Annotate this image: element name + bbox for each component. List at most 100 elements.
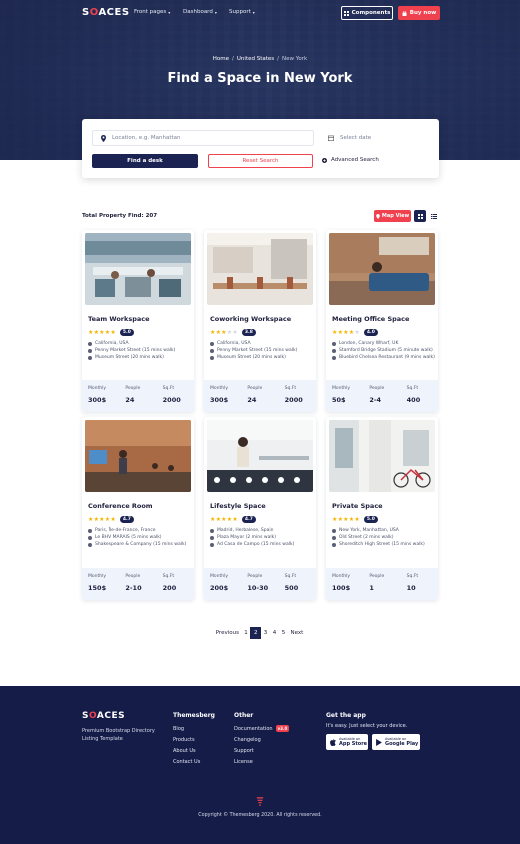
monthly-price: 50$	[332, 396, 346, 404]
map-pin-icon	[210, 341, 214, 346]
address-list: California, USA Penny Market Street (15 …	[88, 340, 194, 361]
rating: ★★★★★ 4.7	[210, 516, 316, 523]
sqft-value: 2000	[284, 396, 303, 404]
listing-photo	[85, 233, 191, 305]
nav-dashboard[interactable]: Dashboard ▾	[183, 9, 217, 15]
card-title[interactable]: Lifestyle Space	[210, 502, 316, 510]
footer-col-title: Themesberg	[173, 712, 215, 719]
copyright: Copyright © Themesberg 2020. All rights …	[198, 813, 322, 818]
date-input[interactable]: Select date	[320, 130, 428, 146]
people-count: 2-4	[369, 396, 382, 404]
rating-badge: 5.0	[119, 329, 134, 336]
pagination-next[interactable]: Next	[287, 627, 306, 639]
card-title[interactable]: Meeting Office Space	[332, 315, 438, 323]
navbar: SOACES Front pages ▾ Dashboard ▾ Support ▾ …	[0, 0, 520, 26]
monthly-price: 200$	[210, 584, 229, 592]
advanced-search-link[interactable]: Advanced Search	[322, 157, 379, 163]
map-view-button[interactable]: Map View	[374, 210, 411, 222]
pagination-previous[interactable]: Previous	[213, 627, 242, 639]
rating-badge: 5.0	[363, 516, 378, 523]
rating-badge: 4.0	[363, 329, 378, 336]
page-title: Find a Space in New York	[167, 71, 353, 86]
listing-photo	[207, 233, 313, 305]
listing-card[interactable]: Team Workspace ★★★★★ 5.0 California, USA…	[82, 230, 194, 412]
nav-support[interactable]: Support ▾	[229, 9, 255, 15]
address-list: Paris, Île-de-France, France Le BHV MARA…	[88, 527, 194, 548]
star-rating-icon: ★★★★★	[332, 516, 360, 523]
shopping-bag-icon	[402, 10, 407, 16]
card-title[interactable]: Team Workspace	[88, 315, 194, 323]
brand-logo[interactable]: SOACES	[82, 7, 130, 18]
nav-front-pages[interactable]: Front pages ▾	[134, 9, 170, 15]
walk-icon	[88, 348, 92, 353]
pagination: Previous 1 2 3 4 5 Next	[0, 627, 520, 639]
chevron-down-icon: ▾	[168, 9, 171, 15]
rating: ★★★★★ 4.7	[88, 516, 194, 523]
footer-logo[interactable]: SOACES	[82, 711, 125, 721]
sqft-value: 10	[406, 584, 416, 592]
find-desk-button[interactable]: Find a desk	[92, 154, 198, 168]
map-pin-icon	[101, 134, 106, 142]
card-title[interactable]: Private Space	[332, 502, 438, 510]
card-stats: Monthly 300$ People 24 Sq.Ft 2000	[82, 380, 194, 412]
footer-link-changelog[interactable]: Changelog	[234, 737, 261, 743]
rating: ★★★★★ 5.0	[332, 516, 438, 523]
map-pin-icon	[210, 528, 214, 533]
map-pin-icon	[88, 528, 92, 533]
monthly-price: 150$	[88, 584, 107, 592]
buy-now-button[interactable]: Buy now	[398, 6, 440, 20]
footer-link-support[interactable]: Support	[234, 748, 254, 754]
walk-icon	[332, 348, 336, 353]
star-rating-icon: ★★★★★	[332, 329, 360, 336]
sqft-value: 400	[406, 396, 421, 404]
breadcrumb-home[interactable]: Home	[213, 56, 229, 62]
grid-icon	[343, 10, 349, 16]
monthly-price: 300$	[210, 396, 229, 404]
grid-view-button[interactable]	[414, 210, 426, 222]
listing-photo	[329, 233, 435, 305]
card-title[interactable]: Conference Room	[88, 502, 194, 510]
app-store-button[interactable]: Available on App Store	[326, 734, 368, 750]
list-view-button[interactable]	[428, 210, 440, 222]
address-list: Madrid, Herbalese, Spain Plaza Mayor (2 …	[210, 527, 316, 548]
chevron-down-icon: ▾	[252, 9, 255, 15]
star-rating-icon: ★★★★★	[88, 516, 116, 523]
search-panel: Location, e.g. Manhattan Select date Fin…	[82, 119, 439, 178]
calendar-icon	[328, 135, 334, 141]
card-stats: Monthly 300$ People 24 Sq.Ft 2000	[204, 380, 316, 412]
components-button[interactable]: Components	[341, 6, 393, 20]
people-count: 10-30	[247, 584, 269, 592]
footer-link-about[interactable]: About Us	[173, 748, 196, 754]
location-input[interactable]: Location, e.g. Manhattan	[92, 130, 314, 146]
breadcrumb-current: New York	[282, 56, 308, 62]
footer-link-license[interactable]: License	[234, 759, 253, 765]
card-title[interactable]: Coworking Workspace	[210, 315, 316, 323]
rating: ★★★★★ 3.8	[210, 329, 316, 336]
star-rating-icon: ★★★★★	[210, 329, 238, 336]
map-pin-icon	[332, 528, 336, 533]
sqft-value: 500	[284, 584, 299, 592]
star-rating-icon: ★★★★★	[88, 329, 116, 336]
listing-card[interactable]: Coworking Workspace ★★★★★ 3.8 California…	[204, 230, 316, 412]
chevron-down-icon: ▾	[214, 9, 217, 15]
footer-app-text: It's easy. Just select your device.	[326, 723, 408, 729]
footer-link-documentation[interactable]: Documentation v3.0	[234, 725, 290, 732]
listing-card[interactable]: Private Space ★★★★★ 5.0 New York, Manhat…	[326, 417, 438, 600]
footer-link-contact[interactable]: Contact Us	[173, 759, 200, 765]
listing-card[interactable]: Meeting Office Space ★★★★★ 4.0 London, C…	[326, 230, 438, 412]
footer-link-blog[interactable]: Blog	[173, 726, 184, 732]
reset-search-button[interactable]: Reset Search	[208, 154, 313, 168]
plus-circle-icon	[322, 157, 327, 163]
google-play-button[interactable]: Available on Google Play	[372, 734, 420, 750]
list-icon	[431, 213, 437, 219]
listing-card[interactable]: Lifestyle Space ★★★★★ 4.7 Madrid, Herbal…	[204, 417, 316, 600]
card-stats: Monthly 150$ People 2-10 Sq.Ft 200	[82, 568, 194, 600]
map-pin-icon	[88, 341, 92, 346]
breadcrumb-country[interactable]: United States	[237, 56, 274, 62]
grid-icon	[417, 213, 423, 219]
walk-icon	[88, 535, 92, 540]
footer-link-products[interactable]: Products	[173, 737, 195, 743]
map-pin-icon	[332, 341, 336, 346]
walk-icon	[88, 355, 92, 360]
listing-card[interactable]: Conference Room ★★★★★ 4.7 Paris, Île-de-…	[82, 417, 194, 600]
